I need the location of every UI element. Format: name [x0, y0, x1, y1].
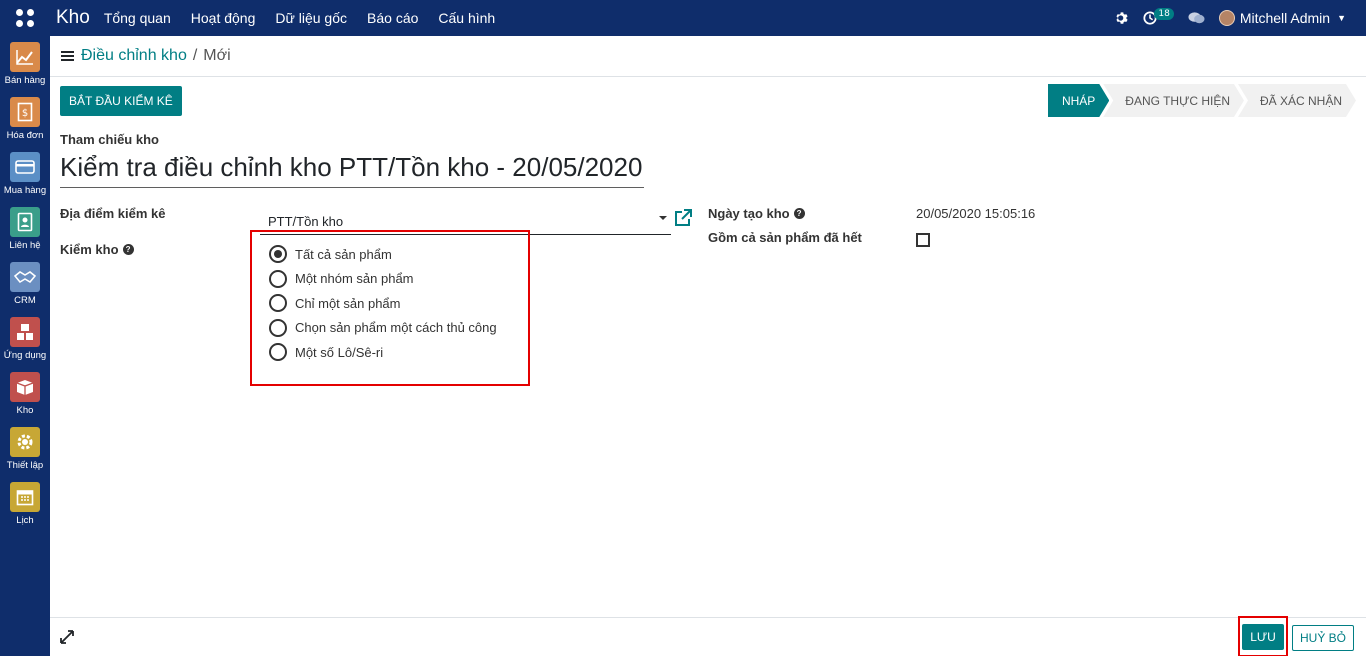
- calendar-icon: [10, 482, 40, 512]
- chat-bubbles-icon[interactable]: [1188, 11, 1205, 25]
- radio-label: Chọn sản phẩm một cách thủ công: [295, 320, 497, 336]
- inventory-date-text: Ngày tạo kho: [708, 206, 790, 221]
- settings-gear-icon: [10, 427, 40, 457]
- radio-button[interactable]: [269, 294, 287, 313]
- apps-menu-icon[interactable]: [0, 0, 50, 36]
- form-footer: LƯU HUỶ BỎ: [50, 616, 1366, 656]
- radio-all-products[interactable]: Tất cả sản phẩm: [269, 242, 528, 267]
- activity-badge: 18: [1154, 8, 1174, 20]
- radio-label: Một số Lô/Sê-ri: [295, 344, 384, 360]
- sidebar-label: Thiết lập: [6, 460, 44, 471]
- debug-gear-icon[interactable]: [1115, 11, 1129, 25]
- external-link-icon[interactable]: [673, 208, 693, 228]
- stage-validated[interactable]: ĐÃ XÁC NHẬN: [1238, 84, 1356, 117]
- sidebar-item-crm[interactable]: CRM: [0, 256, 50, 311]
- sidebar-label: Kho: [16, 405, 34, 416]
- sales-chart-icon: [10, 42, 40, 72]
- sidebar-label: Liên hệ: [9, 240, 41, 251]
- invoice-icon: $: [10, 97, 40, 127]
- sidebar-item-sales[interactable]: Bán hàng: [0, 36, 50, 91]
- discard-button[interactable]: HUỶ BỎ: [1292, 625, 1355, 651]
- radio-one-product[interactable]: Chỉ một sản phẩm: [269, 291, 528, 316]
- inventory-mode-radio-group: Tất cả sản phẩm Một nhóm sản phẩm Chỉ mộ…: [250, 230, 530, 386]
- chevron-down-icon: ▼: [1337, 13, 1346, 23]
- sidebar-label: CRM: [14, 295, 36, 306]
- apps-sidebar: Bán hàng $ Hóa đơn Mua hàng Liên hệ CRM …: [0, 36, 50, 656]
- form-status-header: BẮT ĐẦU KIỂM KÊ NHÁP ĐANG THỰC HIỆN ĐÃ X…: [50, 77, 1366, 125]
- user-avatar: [1218, 10, 1235, 26]
- user-menu[interactable]: Mitchell Admin ▼: [1218, 10, 1346, 26]
- radio-button[interactable]: [269, 318, 287, 337]
- menu-operations[interactable]: Hoạt động: [191, 10, 256, 26]
- sidebar-label: Bán hàng: [4, 75, 46, 86]
- save-button[interactable]: LƯU: [1242, 623, 1284, 650]
- breadcrumb-parent[interactable]: Điều chỉnh kho: [81, 47, 187, 65]
- top-navbar: Kho Tổng quan Hoạt động Dữ liệu gốc Báo …: [0, 0, 1366, 36]
- menu-master-data[interactable]: Dữ liệu gốc: [275, 10, 347, 26]
- hamburger-menu-icon[interactable]: [61, 51, 74, 61]
- sidebar-label: Hóa đơn: [6, 130, 44, 141]
- inventory-box-icon: [10, 372, 40, 402]
- location-label: Địa điểm kiểm kê: [60, 206, 166, 221]
- activity-clock-icon[interactable]: 18: [1143, 8, 1174, 25]
- radio-lot-serial[interactable]: Một số Lô/Sê-ri: [269, 340, 528, 365]
- sidebar-label: Mua hàng: [3, 185, 47, 196]
- reference-input[interactable]: Kiểm tra điều chỉnh kho PTT/Tồn kho - 20…: [60, 152, 644, 188]
- main-content: Điều chỉnh kho / Mới BẮT ĐẦU KIỂM KÊ NHÁ…: [50, 36, 1366, 656]
- reference-label: Tham chiếu kho: [60, 132, 159, 147]
- sidebar-item-contacts[interactable]: Liên hệ: [0, 201, 50, 256]
- breadcrumb-current: Mới: [203, 47, 231, 64]
- start-inventory-button[interactable]: BẮT ĐẦU KIỂM KÊ: [60, 86, 182, 116]
- inventory-mode-label: Kiểm kho ?: [60, 242, 134, 257]
- contacts-icon: [10, 207, 40, 237]
- inventory-mode-text: Kiểm kho: [60, 242, 119, 257]
- help-question-icon[interactable]: ?: [793, 208, 805, 219]
- expand-arrows-icon[interactable]: [60, 630, 74, 648]
- user-name: Mitchell Admin: [1239, 10, 1331, 26]
- dropdown-caret-icon[interactable]: [659, 216, 667, 220]
- stage-in-progress[interactable]: ĐANG THỰC HIỆN: [1103, 84, 1244, 117]
- menu-configuration[interactable]: Cấu hình: [438, 10, 495, 26]
- radio-label: Tất cả sản phẩm: [295, 246, 392, 262]
- radio-button[interactable]: [269, 245, 287, 264]
- apps-cubes-icon: [10, 317, 40, 347]
- radio-label: Chỉ một sản phẩm: [295, 295, 401, 311]
- help-question-icon[interactable]: ?: [122, 244, 134, 255]
- exhausted-products-checkbox[interactable]: [916, 233, 930, 247]
- svg-text:$: $: [22, 108, 28, 119]
- breadcrumb-separator: /: [192, 47, 198, 64]
- sidebar-item-apps[interactable]: Ứng dụng: [0, 311, 50, 366]
- status-bar: NHÁP ĐANG THỰC HIỆN ĐÃ XÁC NHẬN: [1048, 84, 1356, 117]
- handshake-icon: [10, 262, 40, 292]
- menu-overview[interactable]: Tổng quan: [104, 10, 171, 26]
- app-brand[interactable]: Kho: [56, 7, 90, 29]
- radio-button[interactable]: [269, 269, 287, 288]
- save-highlight: LƯU: [1238, 616, 1288, 656]
- radio-manual-selection[interactable]: Chọn sản phẩm một cách thủ công: [269, 316, 528, 341]
- purchase-card-icon: [10, 152, 40, 182]
- sidebar-label: Lịch: [16, 515, 34, 526]
- sidebar-item-calendar[interactable]: Lịch: [0, 476, 50, 531]
- radio-label: Một nhóm sản phẩm: [295, 271, 414, 287]
- sidebar-item-purchase[interactable]: Mua hàng: [0, 146, 50, 201]
- inventory-date-label: Ngày tạo kho ?: [708, 206, 805, 221]
- sidebar-item-invoicing[interactable]: $ Hóa đơn: [0, 91, 50, 146]
- menu-reports[interactable]: Báo cáo: [367, 10, 418, 26]
- sidebar-label: Ứng dụng: [3, 350, 47, 361]
- control-panel: Điều chỉnh kho / Mới: [50, 36, 1366, 77]
- exhausted-products-label: Gồm cả sản phẩm đã hết: [708, 230, 862, 245]
- location-value: PTT/Tồn kho: [268, 213, 344, 229]
- stage-draft[interactable]: NHÁP: [1048, 84, 1109, 117]
- radio-button[interactable]: [269, 343, 287, 362]
- sidebar-item-settings[interactable]: Thiết lập: [0, 421, 50, 476]
- radio-product-category[interactable]: Một nhóm sản phẩm: [269, 267, 528, 292]
- sidebar-item-inventory[interactable]: Kho: [0, 366, 50, 421]
- inventory-date-value: 20/05/2020 15:05:16: [916, 206, 1036, 221]
